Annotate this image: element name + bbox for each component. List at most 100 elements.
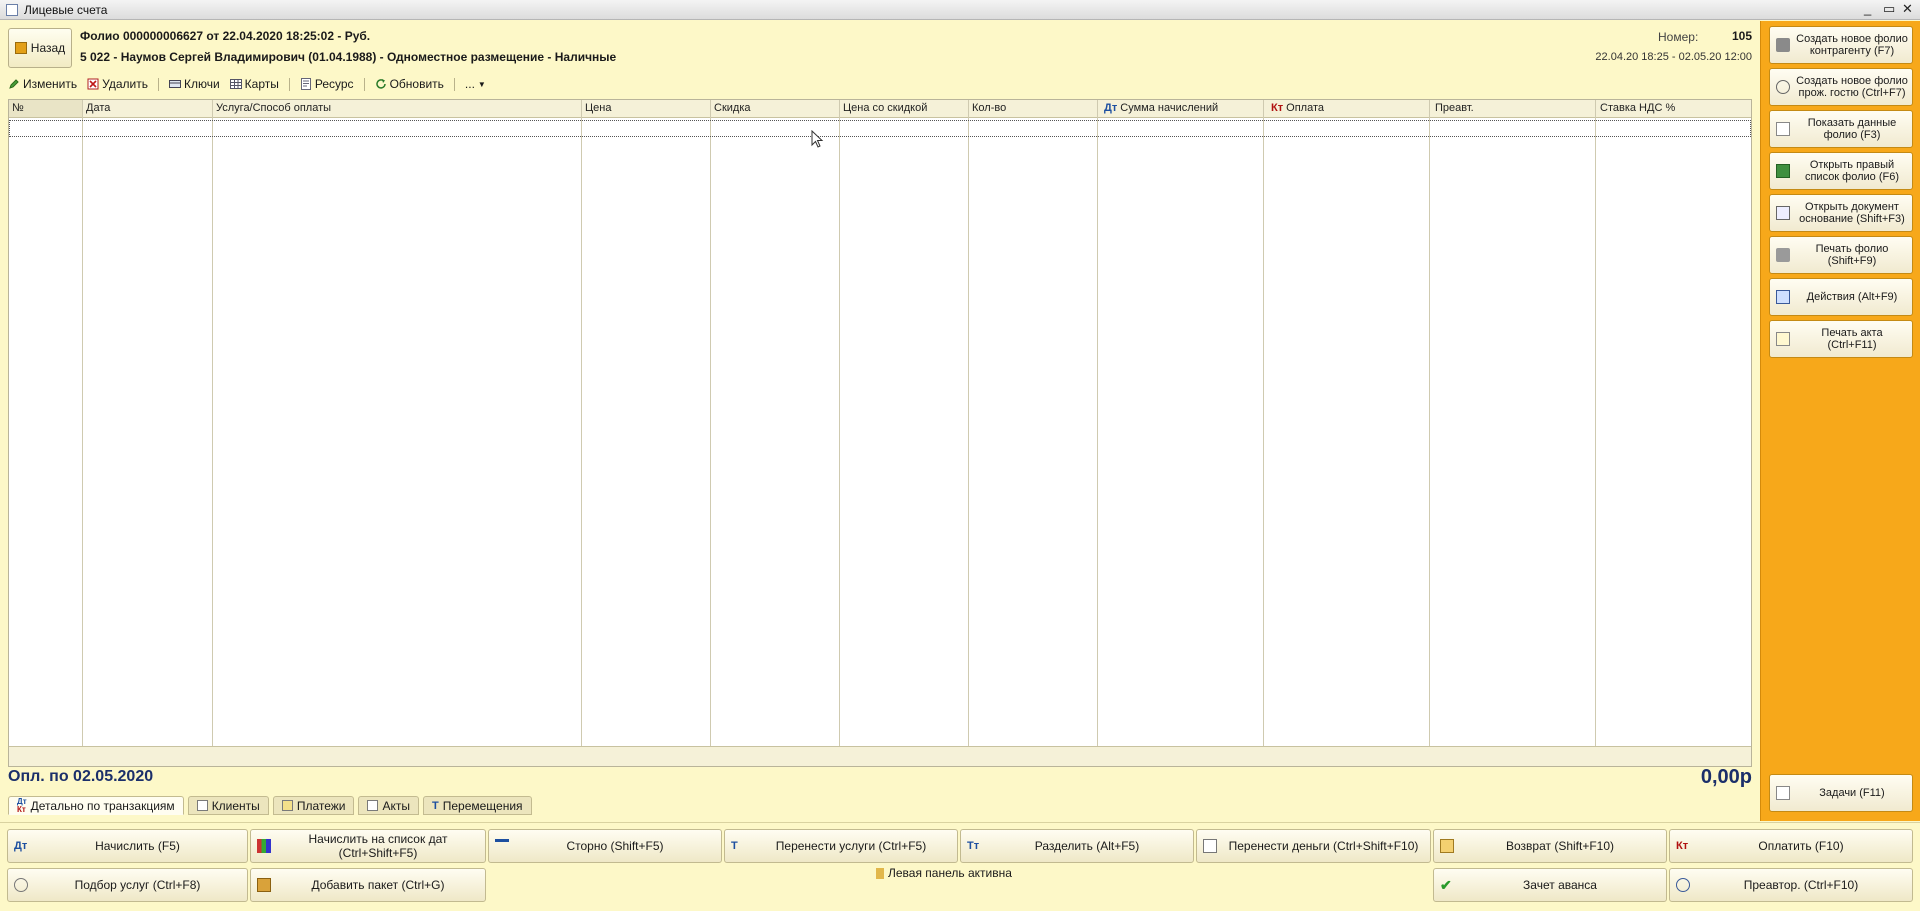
stay-dates: 22.04.20 18:25 - 02.05.20 12:00	[1595, 51, 1752, 63]
print-act-button[interactable]: Печать акта (Ctrl+F11)	[1769, 320, 1913, 358]
back-label: Назад	[30, 41, 66, 55]
transfer-money-button[interactable]: Перенести деньги (Ctrl+Shift+F10)	[1196, 829, 1431, 863]
act-document-icon	[1776, 332, 1790, 346]
refresh-button[interactable]: Обновить	[375, 77, 444, 91]
mouse-cursor-icon	[811, 130, 824, 148]
edit-button[interactable]: Изменить	[8, 77, 77, 91]
restore-icon[interactable]: ▭	[1883, 2, 1895, 16]
print-folio-label: Печать фолио (Shift+F9)	[1815, 243, 1889, 267]
delete-button[interactable]: Удалить	[87, 77, 148, 91]
column-header-service[interactable]: Услуга/Способ оплаты	[216, 102, 331, 114]
refund-icon	[1440, 839, 1454, 853]
create-folio-guest-button[interactable]: Создать новое фолио прож. гостю (Ctrl+F7…	[1769, 68, 1913, 106]
transfer-services-label: Перенести услуги (Ctrl+F5)	[775, 839, 927, 853]
actions-sidebar: Создать новое фолио контрагенту (F7) Соз…	[1760, 21, 1920, 821]
close-icon[interactable]: ✕	[1902, 2, 1913, 16]
column-divider	[1595, 100, 1596, 766]
grid-header: № Дата Услуга/Способ оплаты Цена Скидка …	[9, 100, 1751, 118]
minimize-icon[interactable]: _	[1864, 2, 1871, 16]
tab-transfers-label: Перемещения	[442, 798, 523, 813]
total-amount: 0,00р	[1700, 766, 1752, 788]
column-header-charges[interactable]: Дт Сумма начислений	[1104, 102, 1218, 114]
refund-button[interactable]: Возврат (Shift+F10)	[1433, 829, 1667, 863]
column-header-number[interactable]: №	[9, 100, 82, 117]
calendar-chart-icon	[257, 839, 271, 853]
package-icon	[257, 878, 271, 892]
show-folio-data-button[interactable]: Показать данные фолио (F3)	[1769, 110, 1913, 148]
table-row-selected[interactable]	[9, 120, 1751, 137]
actions-icon	[1776, 290, 1790, 304]
column-divider	[1429, 100, 1430, 766]
tab-payments-label: Платежи	[296, 798, 346, 813]
charge-button[interactable]: Дт Начислить (F5)	[7, 829, 248, 863]
back-button[interactable]: Назад	[8, 28, 72, 68]
pay-label: Оплатить (F10)	[1758, 839, 1844, 853]
create-folio-contractor-button[interactable]: Создать новое фолио контрагенту (F7)	[1769, 26, 1913, 64]
tab-transactions[interactable]: Дт Кт Детально по транзакциям	[8, 796, 184, 815]
tab-strip: Дт Кт Детально по транзакциям Клиенты Пла…	[8, 796, 532, 816]
print-folio-button[interactable]: Печать фолио (Shift+F9)	[1769, 236, 1913, 274]
window-title: Лицевые счета	[24, 2, 108, 17]
paid-until: Опл. по 02.05.2020	[8, 768, 154, 785]
cards-label: Карты	[244, 77, 279, 91]
pick-services-button[interactable]: Подбор услуг (Ctrl+F8)	[7, 868, 248, 902]
edit-label: Изменить	[23, 77, 78, 91]
column-header-vat-rate[interactable]: Ставка НДС %	[1600, 102, 1675, 114]
transfers-icon: T	[432, 799, 439, 812]
tasks-button[interactable]: Задачи (F11)	[1769, 774, 1913, 812]
room-number-value: 105	[1731, 29, 1752, 43]
cards-button[interactable]: Карты	[229, 77, 279, 91]
keys-button[interactable]: Ключи	[168, 77, 220, 91]
charge-date-list-button[interactable]: Начислить на список дат (Ctrl+Shift+F5)	[250, 829, 486, 863]
toolbar-separator	[157, 77, 159, 91]
room-number-label: Номер:	[1658, 30, 1699, 44]
print-act-label: Печать акта (Ctrl+F11)	[1821, 327, 1883, 351]
column-header-date[interactable]: Дата	[86, 102, 110, 114]
printer-icon	[1776, 248, 1790, 262]
advance-offset-button[interactable]: ✔ Зачет аванса	[1433, 868, 1667, 902]
column-header-discount[interactable]: Скидка	[714, 102, 751, 114]
credit-icon: Кт	[1676, 840, 1689, 852]
tab-clients[interactable]: Клиенты	[187, 796, 269, 815]
column-divider	[212, 100, 213, 766]
transactions-grid[interactable]: № Дата Услуга/Способ оплаты Цена Скидка …	[8, 99, 1752, 767]
tab-transactions-label: Детально по транзакциям	[30, 798, 175, 813]
column-divider	[581, 100, 582, 766]
column-header-preauth[interactable]: Преавт.	[1435, 102, 1474, 114]
column-header-quantity[interactable]: Кол-во	[972, 102, 1006, 114]
pay-button[interactable]: Кт Оплатить (F10)	[1669, 829, 1913, 863]
refund-label: Возврат (Shift+F10)	[1505, 839, 1615, 853]
column-divider	[1097, 100, 1098, 766]
credit-prefix: Кт	[1271, 102, 1284, 114]
add-package-button[interactable]: Добавить пакет (Ctrl+G)	[250, 868, 486, 902]
open-base-document-button[interactable]: Открыть документ основание (Shift+F3)	[1769, 194, 1913, 232]
cards-icon	[229, 79, 242, 89]
actions-button[interactable]: Действия (Alt+F9)	[1769, 278, 1913, 316]
storno-button[interactable]: Сторно (Shift+F5)	[488, 829, 722, 863]
transfer-services-button[interactable]: T Перенести услуги (Ctrl+F5)	[724, 829, 958, 863]
tab-payments[interactable]: Платежи	[272, 796, 355, 815]
actions-label: Действия (Alt+F9)	[1806, 291, 1898, 303]
tab-acts[interactable]: Акты	[358, 796, 419, 815]
checkmark-icon: ✔	[1440, 877, 1452, 893]
more-label: ...	[464, 77, 475, 91]
open-right-folio-list-button[interactable]: Открыть правый список фолио (F6)	[1769, 152, 1913, 190]
resource-button[interactable]: Ресурс	[300, 77, 354, 91]
split-button[interactable]: Tт Разделить (Alt+F5)	[960, 829, 1194, 863]
column-header-discounted-price[interactable]: Цена со скидкой	[843, 102, 927, 114]
keys-icon	[168, 80, 181, 88]
refresh-icon	[375, 79, 386, 89]
column-header-number-label: №	[12, 102, 24, 114]
column-header-payment[interactable]: Кт Оплата	[1271, 102, 1324, 114]
tab-transfers[interactable]: T Перемещения	[423, 796, 532, 815]
back-arrow-icon	[14, 42, 27, 54]
search-document-icon	[1776, 206, 1790, 220]
delete-label: Удалить	[102, 77, 148, 91]
more-button[interactable]: ... ▼	[465, 77, 486, 91]
preauth-button[interactable]: Преавтор. (Ctrl+F10)	[1669, 868, 1913, 902]
tasks-icon	[1776, 786, 1790, 800]
column-header-price[interactable]: Цена	[585, 102, 611, 114]
tasks-label: Задачи (F11)	[1819, 787, 1885, 799]
column-divider	[839, 100, 840, 766]
storno-label: Сторно (Shift+F5)	[566, 839, 664, 853]
